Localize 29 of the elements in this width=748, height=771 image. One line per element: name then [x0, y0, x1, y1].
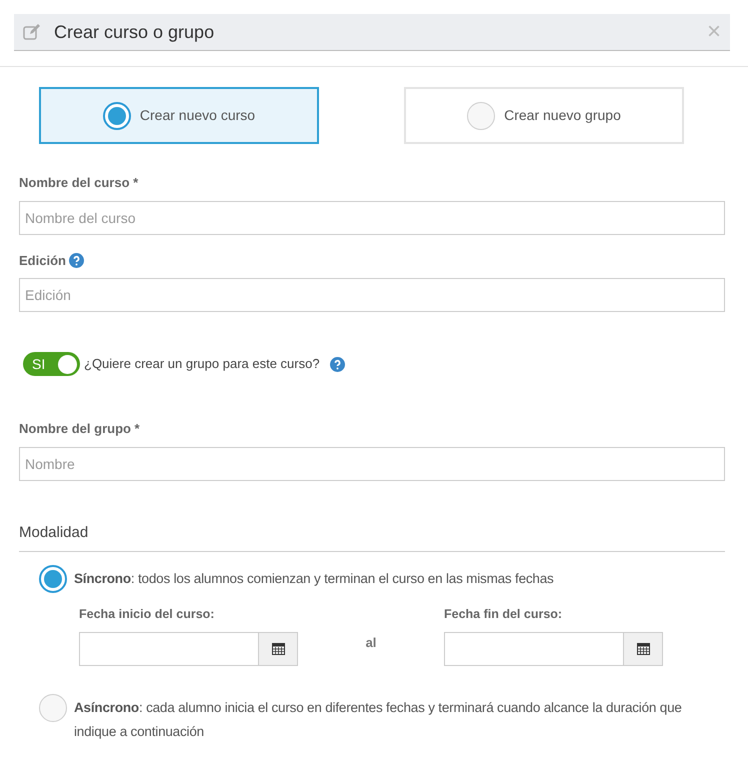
field-label: Fecha fin del curso:	[444, 606, 564, 623]
option-description: Asíncrono: cada alumno inicia el curso en diferentes fechas y terminará cuando alcance la duración que indique a continuación	[74, 698, 683, 741]
field-label: Nombre del curso *	[19, 174, 138, 192]
help-icon[interactable]	[330, 356, 345, 372]
calendar-button[interactable]	[624, 632, 663, 666]
date-field[interactable]	[444, 632, 624, 666]
edit-icon	[23, 24, 41, 40]
radio-button[interactable]	[467, 102, 496, 130]
dialog-title: Crear curso o grupo	[54, 20, 216, 44]
choice-card[interactable]: Crear nuevo grupo	[404, 87, 684, 144]
section-heading: Modalidad	[19, 522, 725, 552]
calendar-button[interactable]	[259, 632, 298, 666]
field-label: Fecha inicio del curso:	[79, 606, 216, 623]
field-label: Edición	[19, 252, 66, 270]
text-field[interactable]: Edición	[19, 278, 725, 312]
choice-card[interactable]: Crear nuevo curso	[39, 87, 319, 144]
calendar-icon	[636, 642, 650, 656]
radio-button[interactable]	[39, 694, 67, 722]
option-description: Síncrono: todos los alumnos comienzan y terminan el curso en las mismas fechas	[74, 570, 554, 588]
help-icon[interactable]	[68, 252, 84, 268]
date-field[interactable]	[79, 632, 259, 666]
field-label: Nombre del grupo *	[19, 420, 141, 438]
toggle-label: ¿Quiere crear un grupo para este curso?	[84, 355, 320, 374]
radio-button[interactable]	[39, 565, 67, 593]
text-field[interactable]: Nombre del curso	[19, 200, 725, 234]
calendar-icon	[272, 642, 284, 656]
text-field[interactable]: Nombre	[19, 446, 725, 480]
date-separator: al	[364, 634, 378, 652]
radio-button[interactable]	[102, 102, 131, 130]
